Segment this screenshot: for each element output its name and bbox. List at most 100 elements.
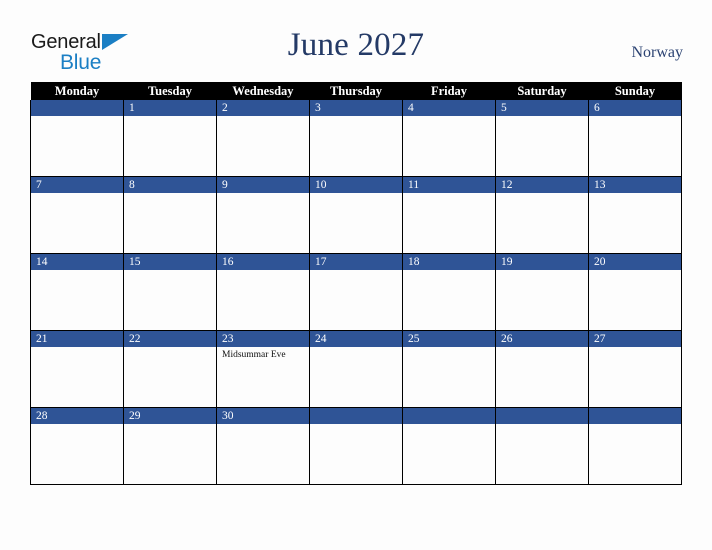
calendar-day-cell[interactable]: 20	[588, 253, 682, 331]
day-number	[589, 408, 681, 424]
event-label: Midsummar Eve	[222, 350, 286, 360]
day-number: 2	[217, 100, 309, 116]
day-number: 15	[124, 254, 216, 270]
day-cell-inner: 4	[403, 100, 495, 176]
day-cell-inner: 16	[217, 254, 309, 330]
day-cell-inner	[403, 408, 495, 484]
calendar-week-row: 123456	[30, 100, 682, 177]
calendar-day-cell[interactable]: 27	[588, 330, 682, 408]
day-number: 8	[124, 177, 216, 193]
weekday-header-tuesday: Tuesday	[123, 82, 217, 100]
calendar-empty-cell[interactable]	[495, 407, 589, 485]
day-number: 16	[217, 254, 309, 270]
calendar-day-cell[interactable]: 14	[30, 253, 124, 331]
calendar-day-cell[interactable]: 25	[402, 330, 496, 408]
day-number: 1	[124, 100, 216, 116]
day-cell-inner: 15	[124, 254, 216, 330]
day-cell-inner: 8	[124, 177, 216, 253]
day-cell-inner: 29	[124, 408, 216, 484]
day-cell-inner: 9	[217, 177, 309, 253]
day-cell-inner: 6	[589, 100, 681, 176]
day-cell-inner: 7	[31, 177, 123, 253]
calendar-day-cell[interactable]: 19	[495, 253, 589, 331]
calendar-week-row: 14 15 16 17 18 19 20	[30, 253, 682, 331]
calendar-day-cell[interactable]: 6	[588, 100, 682, 177]
calendar-day-cell[interactable]: 29	[123, 407, 217, 485]
day-cell-inner: 11	[403, 177, 495, 253]
weekday-header-thursday: Thursday	[309, 82, 403, 100]
day-cell-inner: 20	[589, 254, 681, 330]
calendar-day-cell[interactable]: 11	[402, 176, 496, 254]
calendar-week-row: 21 22 23 Midsummar Eve 24 25 26 27	[30, 330, 682, 408]
day-number: 6	[589, 100, 681, 116]
calendar-day-cell[interactable]: 16	[216, 253, 310, 331]
day-cell-inner	[589, 408, 681, 484]
day-number: 7	[31, 177, 123, 193]
calendar-day-cell[interactable]: 12	[495, 176, 589, 254]
day-number	[310, 408, 402, 424]
day-number: 28	[31, 408, 123, 424]
calendar-day-cell[interactable]: 8	[123, 176, 217, 254]
day-cell-inner	[496, 408, 588, 484]
calendar-container: Monday Tuesday Wednesday Thursday Friday Satu…	[30, 82, 682, 485]
day-number: 9	[217, 177, 309, 193]
calendar-day-cell[interactable]: 15	[123, 253, 217, 331]
calendar-empty-cell[interactable]	[588, 407, 682, 485]
day-cell-inner: 3	[310, 100, 402, 176]
calendar-day-cell[interactable]: 24	[309, 330, 403, 408]
day-number	[496, 408, 588, 424]
calendar-day-cell[interactable]: 10	[309, 176, 403, 254]
calendar-empty-cell[interactable]	[402, 407, 496, 485]
day-number: 24	[310, 331, 402, 347]
calendar-day-cell[interactable]: 9	[216, 176, 310, 254]
day-cell-inner: 21	[31, 331, 123, 407]
day-cell-inner: 14	[31, 254, 123, 330]
day-cell-inner: 19	[496, 254, 588, 330]
calendar-day-cell[interactable]: 13	[588, 176, 682, 254]
calendar-day-cell[interactable]: 30	[216, 407, 310, 485]
day-number: 20	[589, 254, 681, 270]
weekday-header-monday: Monday	[30, 82, 124, 100]
calendar-day-cell[interactable]: 5	[495, 100, 589, 177]
calendar-day-cell[interactable]: 17	[309, 253, 403, 331]
calendar-day-cell[interactable]: 26	[495, 330, 589, 408]
calendar-table: Monday Tuesday Wednesday Thursday Friday Satu…	[30, 82, 682, 485]
day-number: 22	[124, 331, 216, 347]
day-cell-inner: 24	[310, 331, 402, 407]
calendar-empty-cell[interactable]	[30, 100, 124, 177]
day-cell-inner: 12	[496, 177, 588, 253]
day-number: 5	[496, 100, 588, 116]
calendar-day-cell[interactable]: 1	[123, 100, 217, 177]
day-cell-inner: 28	[31, 408, 123, 484]
day-number	[31, 100, 123, 116]
day-cell-inner: 17	[310, 254, 402, 330]
calendar-day-cell[interactable]: 18	[402, 253, 496, 331]
weekday-header-sunday: Sunday	[588, 82, 682, 100]
day-cell-inner: 23 Midsummar Eve	[217, 331, 309, 407]
day-cell-inner	[31, 100, 123, 176]
calendar-day-cell[interactable]: 4	[402, 100, 496, 177]
calendar-day-cell[interactable]: 23 Midsummar Eve	[216, 330, 310, 408]
calendar-day-cell[interactable]: 7	[30, 176, 124, 254]
day-events: Midsummar Eve	[217, 347, 309, 361]
page-title: June 2027	[287, 27, 425, 63]
day-number: 19	[496, 254, 588, 270]
day-cell-inner: 1	[124, 100, 216, 176]
country-label: Norway	[631, 44, 683, 61]
calendar-empty-cell[interactable]	[309, 407, 403, 485]
weekday-header-wednesday: Wednesday	[216, 82, 310, 100]
weekday-header-friday: Friday	[402, 82, 496, 100]
weekday-header-row: Monday Tuesday Wednesday Thursday Friday Satu…	[30, 82, 682, 100]
calendar-body: 1 2 3 4 5 6 7 8 9 10 11 12 13 14 15 16 17 18 19 20 21 22 23 Mid…	[30, 100, 682, 485]
day-cell-inner: 25	[403, 331, 495, 407]
calendar-day-cell[interactable]: 28	[30, 407, 124, 485]
calendar-day-cell[interactable]: 21	[30, 330, 124, 408]
day-cell-inner: 2	[217, 100, 309, 176]
calendar-day-cell[interactable]: 2	[216, 100, 310, 177]
calendar-day-cell[interactable]: 22	[123, 330, 217, 408]
day-cell-inner: 18	[403, 254, 495, 330]
day-number: 11	[403, 177, 495, 193]
calendar-day-cell[interactable]: 3	[309, 100, 403, 177]
page-header: General Blue June 2027 Norway	[0, 0, 712, 80]
day-cell-inner: 10	[310, 177, 402, 253]
